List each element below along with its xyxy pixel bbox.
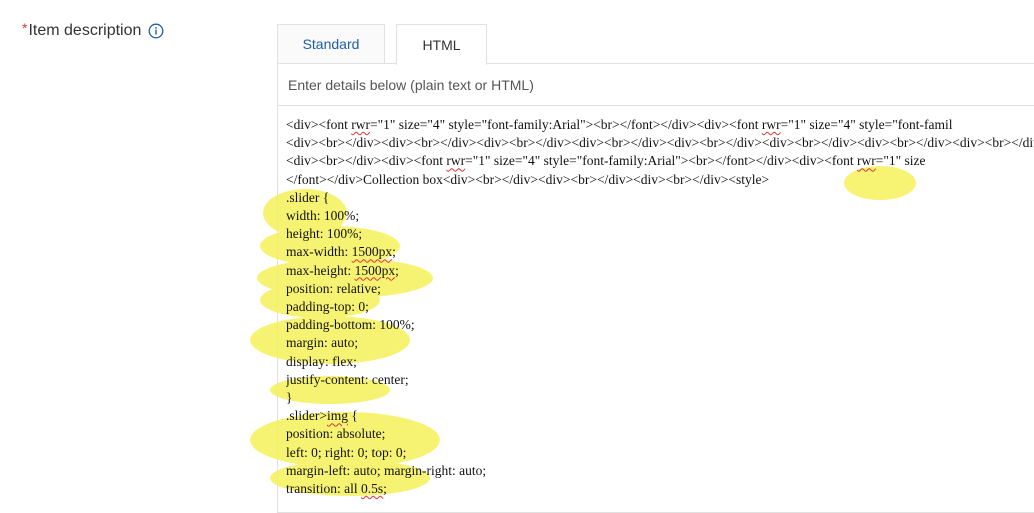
tab-standard-label: Standard	[302, 36, 360, 52]
editor-line: justify-content: center;	[286, 371, 409, 387]
editor-line: position: relative;	[286, 280, 381, 296]
editor-line: transition: all 0.5s;	[286, 481, 387, 497]
editor-line: </font></div>Collection box<div><br></di…	[286, 171, 770, 187]
editor-line: .slider>img {	[286, 408, 358, 424]
editor-line: margin-left: auto; margin-right: auto;	[286, 462, 487, 478]
editor-line: position: absolute;	[286, 426, 386, 442]
field-label: Item description	[28, 22, 142, 39]
editor-line: }	[286, 390, 293, 406]
html-editor-textarea[interactable]: <div><font rwr="1" size="4" style="font-…	[286, 116, 1034, 501]
editor-line: margin: auto;	[286, 335, 359, 351]
editor-line: max-width: 1500px;	[286, 244, 396, 260]
tab-standard[interactable]: Standard	[277, 24, 385, 64]
editor-line: <div><br></div><div><br></div><div><br><…	[286, 135, 1034, 151]
tab-html[interactable]: HTML	[396, 24, 487, 65]
editor-line: width: 100%;	[286, 208, 360, 224]
editor-divider	[278, 105, 1034, 106]
editor-line: max-height: 1500px;	[286, 262, 399, 278]
editor-line: display: flex;	[286, 353, 357, 369]
required-marker: *	[22, 20, 28, 36]
editor-line: <div><font rwr="1" size="4" style="font-…	[286, 117, 953, 132]
tab-html-label: HTML	[422, 37, 461, 53]
editor-line: left: 0; right: 0; top: 0;	[286, 444, 407, 460]
info-circle-icon[interactable]	[148, 23, 164, 39]
editor-line: padding-top: 0;	[286, 299, 369, 315]
editor-line: <div><br></div><div><font rwr="1" size="…	[286, 153, 926, 169]
editor-line: height: 100%;	[286, 226, 363, 242]
editor-line: .slider {	[286, 189, 330, 205]
editor-hint: Enter details below (plain text or HTML)	[288, 77, 534, 93]
editor-line: padding-bottom: 100%;	[286, 317, 415, 333]
field-label-group: * Item description	[22, 20, 164, 40]
